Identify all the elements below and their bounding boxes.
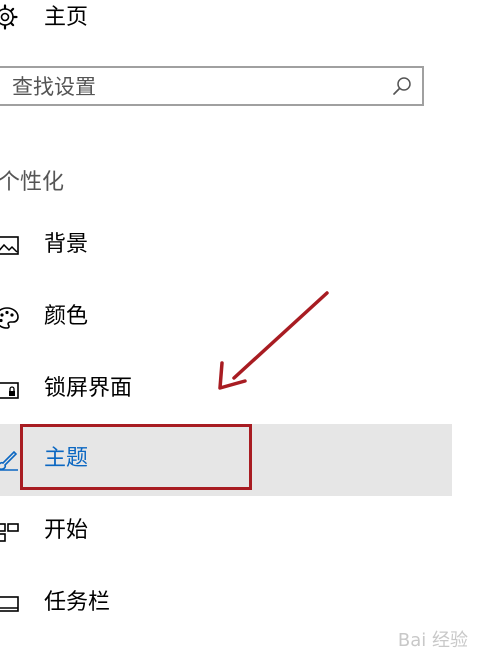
annotation-arrow xyxy=(218,291,329,390)
watermark: Bai 经验 xyxy=(397,630,468,651)
